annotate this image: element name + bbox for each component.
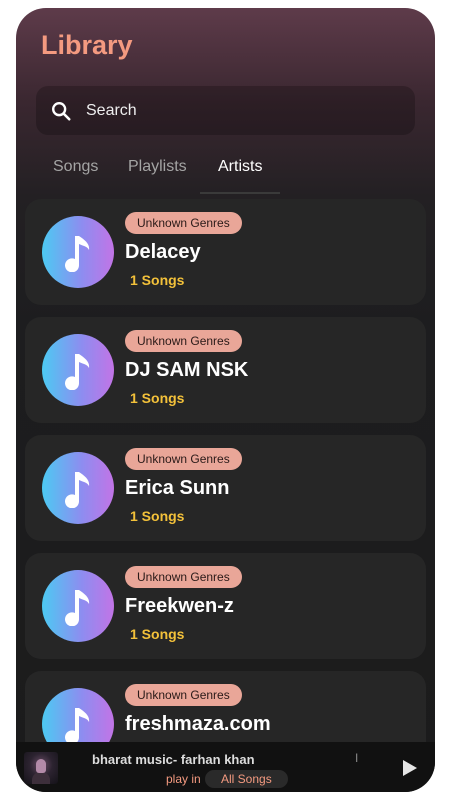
tab-songs[interactable]: Songs (53, 158, 98, 176)
music-note-icon (65, 708, 90, 744)
page-title: Library (41, 30, 133, 60)
search-icon (52, 101, 71, 121)
music-note-icon (65, 354, 90, 390)
search-bar[interactable]: Search (36, 86, 415, 135)
genre-badge: Unknown Genres (125, 212, 242, 234)
artist-name: DJ SAM NSK (125, 359, 249, 381)
play-in-label: play in (166, 772, 201, 786)
artist-avatar (42, 216, 114, 288)
artist-card[interactable]: Unknown Genres Delacey 1 Songs (25, 199, 426, 305)
music-note-icon (65, 472, 90, 508)
artist-card[interactable]: Unknown Genres Erica Sunn 1 Songs (25, 435, 426, 541)
album-art-figure (32, 772, 50, 784)
artist-avatar (42, 452, 114, 524)
tab-indicator (200, 192, 280, 194)
artist-name: Erica Sunn (125, 477, 230, 499)
track-title: bharat music- farhan khan (92, 752, 255, 767)
genre-badge: Unknown Genres (125, 566, 242, 588)
mini-player[interactable]: bharat music- farhan khan I play in All … (16, 742, 435, 792)
app-screen: Library Search Songs Playlists Artists U… (16, 8, 435, 792)
track-separator: I (355, 751, 359, 765)
music-note-icon (65, 590, 90, 626)
artist-name: Freekwen-z (125, 595, 234, 617)
music-note-icon (65, 236, 90, 272)
artist-card[interactable]: Unknown Genres Freekwen-z 1 Songs (25, 553, 426, 659)
album-art-head (36, 759, 46, 773)
album-art[interactable] (24, 752, 58, 784)
tab-bar: Songs Playlists Artists (16, 152, 435, 194)
song-count: 1 Songs (130, 508, 185, 524)
artist-avatar (42, 570, 114, 642)
artist-avatar (42, 334, 114, 406)
artist-card[interactable]: Unknown Genres DJ SAM NSK 1 Songs (25, 317, 426, 423)
song-count: 1 Songs (130, 626, 185, 642)
tab-artists[interactable]: Artists (218, 158, 262, 176)
artist-name: Delacey (125, 241, 201, 263)
tab-playlists[interactable]: Playlists (128, 158, 187, 176)
genre-badge: Unknown Genres (125, 330, 242, 352)
song-count: 1 Songs (130, 390, 185, 406)
genre-badge: Unknown Genres (125, 448, 242, 470)
play-icon[interactable] (402, 759, 418, 777)
source-playlist-button[interactable]: All Songs (205, 770, 288, 788)
search-input[interactable]: Search (86, 102, 137, 120)
song-count: 1 Songs (130, 272, 185, 288)
artist-name: freshmaza.com (125, 713, 271, 735)
genre-badge: Unknown Genres (125, 684, 242, 706)
